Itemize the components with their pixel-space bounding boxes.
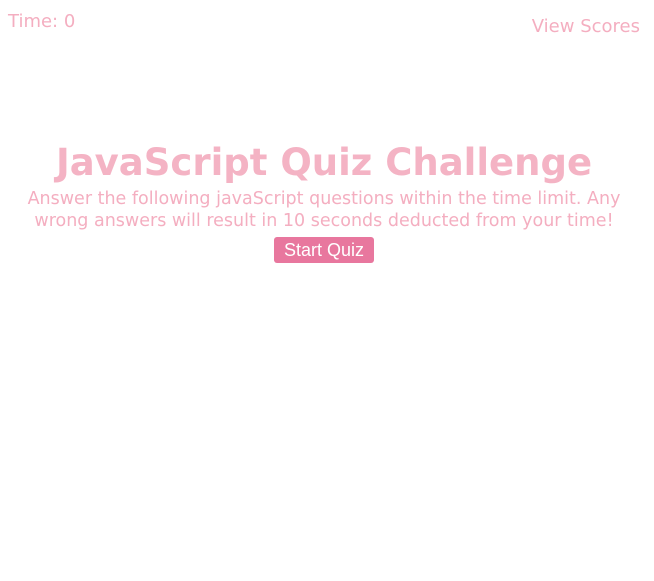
timer-display: Time: 0 bbox=[8, 11, 76, 32]
view-scores-link[interactable]: View Scores bbox=[532, 16, 640, 38]
page-title: JavaScript Quiz Challenge bbox=[55, 141, 593, 184]
quiz-description: Answer the following javaScript question… bbox=[27, 189, 621, 231]
intro-section: JavaScript Quiz Challenge Answer the fol… bbox=[24, 140, 624, 263]
start-quiz-button[interactable]: Start Quiz bbox=[273, 237, 375, 263]
